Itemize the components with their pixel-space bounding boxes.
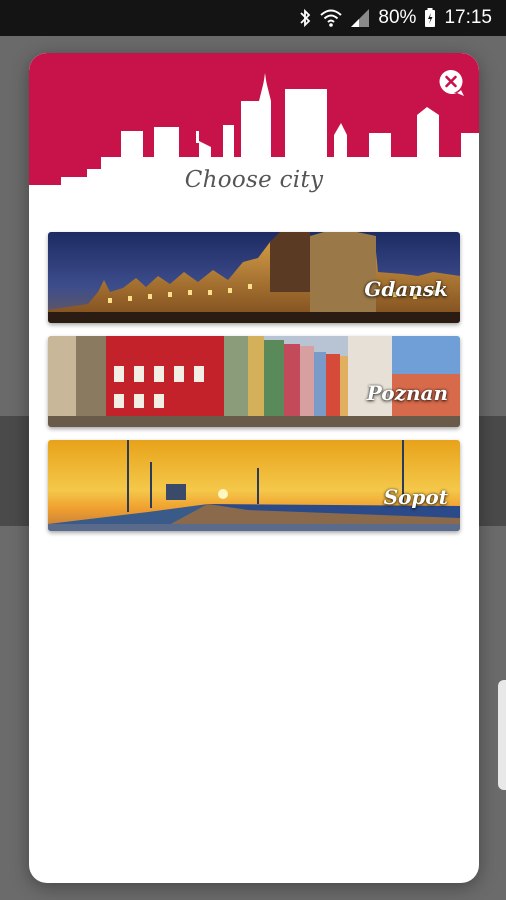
dialog-title: Choose city xyxy=(184,167,324,193)
close-button[interactable] xyxy=(437,68,467,98)
dialog-header: Choose city xyxy=(29,53,479,231)
status-bar: 80% 17:15 xyxy=(0,0,506,36)
bluetooth-icon xyxy=(298,8,312,28)
city-card-sopot[interactable]: Sopot xyxy=(48,440,460,531)
battery-icon xyxy=(424,8,436,28)
wifi-icon xyxy=(320,8,343,28)
city-label-sopot: Sopot xyxy=(383,485,448,509)
city-label-gdansk: Gdansk xyxy=(364,277,448,301)
city-label-poznan: Poznan xyxy=(366,381,448,405)
close-icon xyxy=(439,70,464,96)
clock: 17:15 xyxy=(444,7,492,28)
city-list: Gdansk Poznan Sopot xyxy=(48,232,460,544)
city-card-gdansk[interactable]: Gdansk xyxy=(48,232,460,323)
choose-city-dialog: Choose city Gdansk Poznan Sopot xyxy=(29,53,479,883)
battery-percent: 80% xyxy=(378,7,417,28)
city-card-poznan[interactable]: Poznan xyxy=(48,336,460,427)
city-skyline-banner xyxy=(29,53,479,185)
signal-icon xyxy=(350,8,370,28)
background-drawer-handle xyxy=(498,680,506,790)
